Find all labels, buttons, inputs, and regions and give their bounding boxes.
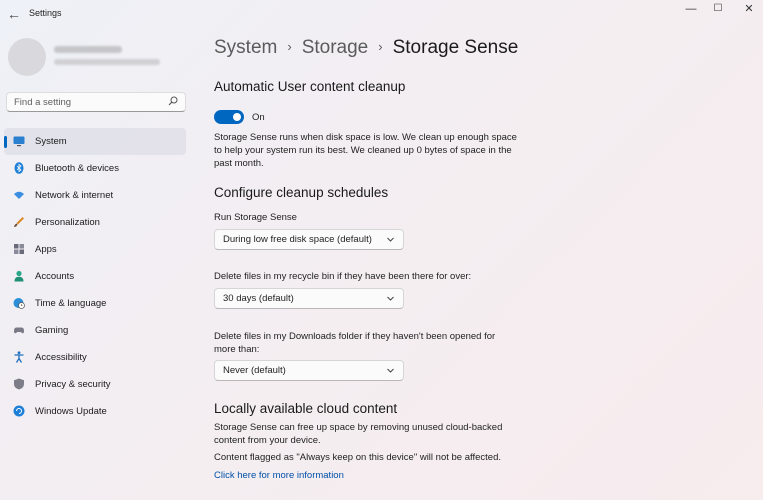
person-icon [14,270,24,282]
profile-email-redacted [54,59,160,65]
sidebar-item-time-language[interactable]: Time & language [4,290,186,317]
search-icon [168,96,178,106]
section-heading-cloud: Locally available cloud content [214,401,398,416]
sidebar-nav: System Bluetooth & devices Network & int… [0,128,190,425]
sidebar-item-windows-update[interactable]: Windows Update [4,398,186,425]
close-button[interactable]: ✕ [738,2,760,16]
run-storage-sense-dropdown[interactable]: During low free disk space (default) [214,229,404,250]
dropdown-value: During low free disk space (default) [223,234,372,245]
section-heading-schedules: Configure cleanup schedules [214,185,389,200]
minimize-button[interactable]: — [680,2,702,16]
breadcrumb: System › Storage › Storage Sense [214,37,518,59]
search-placeholder: Find a setting [14,97,72,108]
search-input[interactable]: Find a setting [6,92,186,112]
sidebar-item-apps[interactable]: Apps [4,236,186,263]
sidebar-item-label: Accessibility [35,352,87,363]
sidebar-item-label: Network & internet [35,190,114,201]
downloads-label: Delete files in my Downloads folder if t… [214,331,496,355]
toggle-knob [233,113,241,121]
shield-icon [14,378,24,390]
gamepad-icon [14,327,24,334]
sidebar-item-system[interactable]: System [4,128,186,155]
globe-clock-icon [13,298,25,309]
brush-icon [14,217,24,227]
user-profile[interactable] [8,38,188,78]
sidebar-item-label: Accounts [35,271,75,282]
sidebar-item-label: Bluetooth & devices [35,163,119,174]
run-storage-sense-label: Run Storage Sense [214,212,297,223]
monitor-icon [13,136,25,147]
dropdown-value: Never (default) [223,365,286,376]
bluetooth-icon [14,162,24,174]
downloads-dropdown[interactable]: Never (default) [214,360,404,381]
update-icon [13,405,25,417]
chevron-right-icon: › [287,39,292,54]
sidebar-item-label: Privacy & security [35,379,111,390]
cleanup-description: Storage Sense runs when disk space is lo… [214,132,517,169]
back-button[interactable]: ← [6,6,22,22]
chevron-down-icon [387,237,394,242]
breadcrumb-system[interactable]: System [214,37,277,58]
title-bar: ← Settings — ☐ ✕ [0,0,763,28]
sidebar-item-label: Time & language [35,298,107,309]
apps-icon [14,244,24,254]
toggle-state-label: On [252,112,265,123]
dropdown-value: 30 days (default) [223,293,294,304]
accessibility-icon [14,351,24,363]
more-info-link[interactable]: Click here for more information [214,470,344,481]
sidebar-item-label: Apps [35,244,57,255]
sidebar-item-label: Windows Update [35,406,107,417]
chevron-down-icon [387,368,394,373]
maximize-button[interactable]: ☐ [707,2,729,16]
section-heading-cleanup: Automatic User content cleanup [214,79,406,94]
sidebar-item-label: Personalization [35,217,100,228]
wifi-icon [14,191,24,199]
recycle-bin-label: Delete files in my recycle bin if they h… [214,271,472,282]
sidebar-item-network[interactable]: Network & internet [4,182,186,209]
app-title: Settings [29,8,62,18]
sidebar-item-label: System [35,136,67,147]
cloud-description: Storage Sense can free up space by remov… [214,422,503,446]
page-title: Storage Sense [392,37,519,58]
sidebar-item-gaming[interactable]: Gaming [4,317,186,344]
sidebar-item-accessibility[interactable]: Accessibility [4,344,186,371]
profile-name-redacted [54,46,122,53]
storage-sense-toggle[interactable] [214,110,244,124]
avatar [8,38,46,76]
recycle-bin-dropdown[interactable]: 30 days (default) [214,288,404,309]
sidebar-item-label: Gaming [35,325,69,336]
sidebar-item-accounts[interactable]: Accounts [4,263,186,290]
sidebar-item-bluetooth[interactable]: Bluetooth & devices [4,155,186,182]
chevron-down-icon [387,296,394,301]
cloud-note: Content flagged as "Always keep on this … [214,452,501,463]
breadcrumb-storage[interactable]: Storage [302,37,369,58]
chevron-right-icon: › [378,39,383,54]
sidebar-item-personalization[interactable]: Personalization [4,209,186,236]
sidebar-item-privacy[interactable]: Privacy & security [4,371,186,398]
